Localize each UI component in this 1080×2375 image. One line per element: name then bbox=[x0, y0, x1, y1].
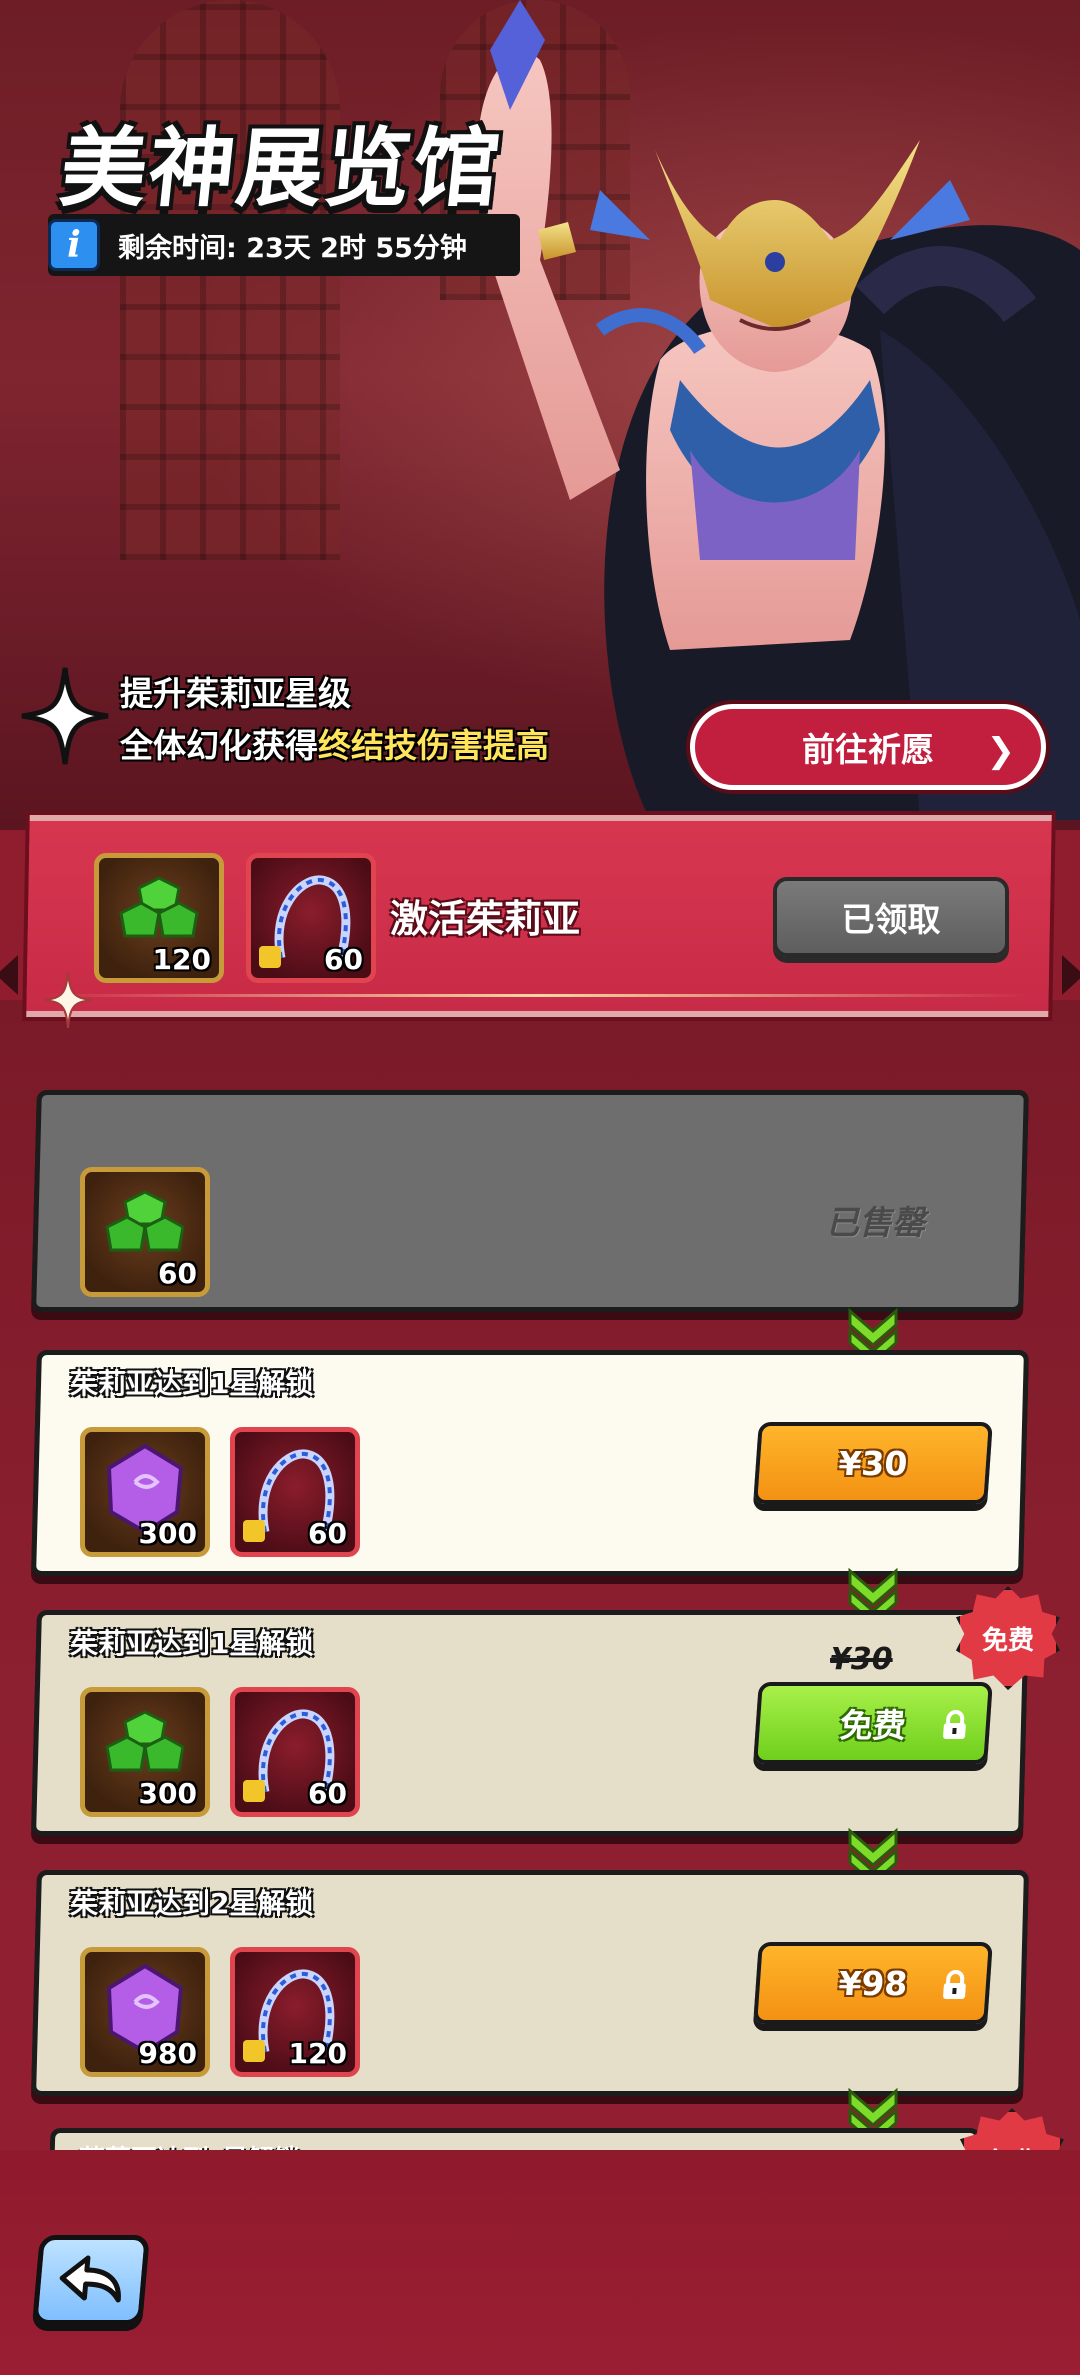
buy-button-label: ¥30 bbox=[837, 1443, 909, 1483]
remaining-time-text: 剩余时间: 23天 2时 55分钟 bbox=[118, 232, 467, 264]
free-button-label: 免费 bbox=[838, 1706, 908, 1745]
lock-icon bbox=[943, 1970, 966, 1999]
go-pray-button[interactable]: 前往祈愿 ❯ bbox=[690, 704, 1046, 790]
promo-highlight: 终结技伤害提高 bbox=[318, 726, 549, 765]
page-title: 美神展览馆 bbox=[55, 119, 507, 219]
promo-line-2: 全体幻化获得终结技伤害提高 bbox=[120, 720, 549, 772]
reward-qty: 980 bbox=[138, 2037, 197, 2070]
reward-qty: 60 bbox=[324, 943, 363, 976]
sparkle-icon bbox=[43, 971, 93, 1029]
reward-qty: 300 bbox=[138, 1517, 197, 1550]
reward-qty: 120 bbox=[288, 2037, 347, 2070]
original-price: ¥30 bbox=[830, 1642, 893, 1677]
sold-out-label: 已售罄 bbox=[826, 1203, 925, 1242]
tier-title: 茱莉亚达到1星解锁 bbox=[70, 1367, 314, 1400]
bottom-bar bbox=[0, 2150, 1080, 2375]
free-badge-label: 免费 bbox=[981, 1625, 1034, 1656]
fragment-icon bbox=[243, 1520, 265, 1542]
reward-tile[interactable]: 300 bbox=[80, 1427, 210, 1557]
reward-qty: 60 bbox=[308, 1517, 347, 1550]
fragment-icon bbox=[259, 946, 281, 968]
background-window bbox=[120, 0, 340, 560]
reward-tile[interactable]: 60 bbox=[80, 1167, 210, 1297]
tier-title: 茱莉亚达到2星解锁 bbox=[70, 1887, 314, 1920]
info-icon[interactable]: i bbox=[48, 219, 100, 271]
fragment-icon bbox=[243, 2040, 265, 2062]
activation-label: 激活茱莉亚 bbox=[390, 897, 581, 941]
go-pray-label: 前往祈愿 bbox=[802, 730, 934, 769]
promo-text: 提升茱莉亚星级 全体幻化获得终结技伤害提高 bbox=[120, 668, 549, 772]
free-claim-button[interactable]: 免费 bbox=[753, 1682, 993, 1764]
reward-qty: 120 bbox=[152, 943, 211, 976]
buy-98-button[interactable]: ¥98 bbox=[753, 1942, 993, 2024]
reward-tile[interactable]: 60 bbox=[230, 1687, 360, 1817]
tier-title: 茱莉亚达到1星解锁 bbox=[70, 1627, 314, 1660]
sparkle-icon bbox=[21, 667, 109, 765]
reward-tile[interactable]: 120 bbox=[230, 1947, 360, 2077]
claimed-button[interactable]: 已领取 bbox=[773, 877, 1009, 957]
buy-button-label: ¥98 bbox=[837, 1963, 909, 2003]
remaining-time-bar: i 剩余时间: 23天 2时 55分钟 bbox=[48, 214, 520, 276]
chevron-right-icon: ❯ bbox=[986, 731, 1016, 771]
reward-tile[interactable]: 120 bbox=[94, 853, 224, 983]
reward-tile[interactable]: 60 bbox=[246, 853, 376, 983]
scroll-left-icon bbox=[0, 955, 18, 995]
reward-tile[interactable]: 60 bbox=[230, 1427, 360, 1557]
back-button[interactable] bbox=[32, 2235, 150, 2325]
fragment-icon bbox=[243, 1780, 265, 1802]
buy-30-button[interactable]: ¥30 bbox=[753, 1422, 993, 1504]
scroll-right-icon bbox=[1062, 955, 1080, 995]
reward-qty: 60 bbox=[308, 1777, 347, 1810]
reward-tile[interactable]: 980 bbox=[80, 1947, 210, 2077]
back-arrow-icon bbox=[59, 2255, 121, 2303]
promo-line-1: 提升茱莉亚星级 bbox=[120, 674, 351, 713]
reward-qty: 60 bbox=[158, 1257, 197, 1290]
reward-tile[interactable]: 300 bbox=[80, 1687, 210, 1817]
promo-line-2-prefix: 全体幻化获得 bbox=[120, 726, 318, 765]
reward-qty: 300 bbox=[138, 1777, 197, 1810]
lock-icon bbox=[943, 1710, 966, 1739]
